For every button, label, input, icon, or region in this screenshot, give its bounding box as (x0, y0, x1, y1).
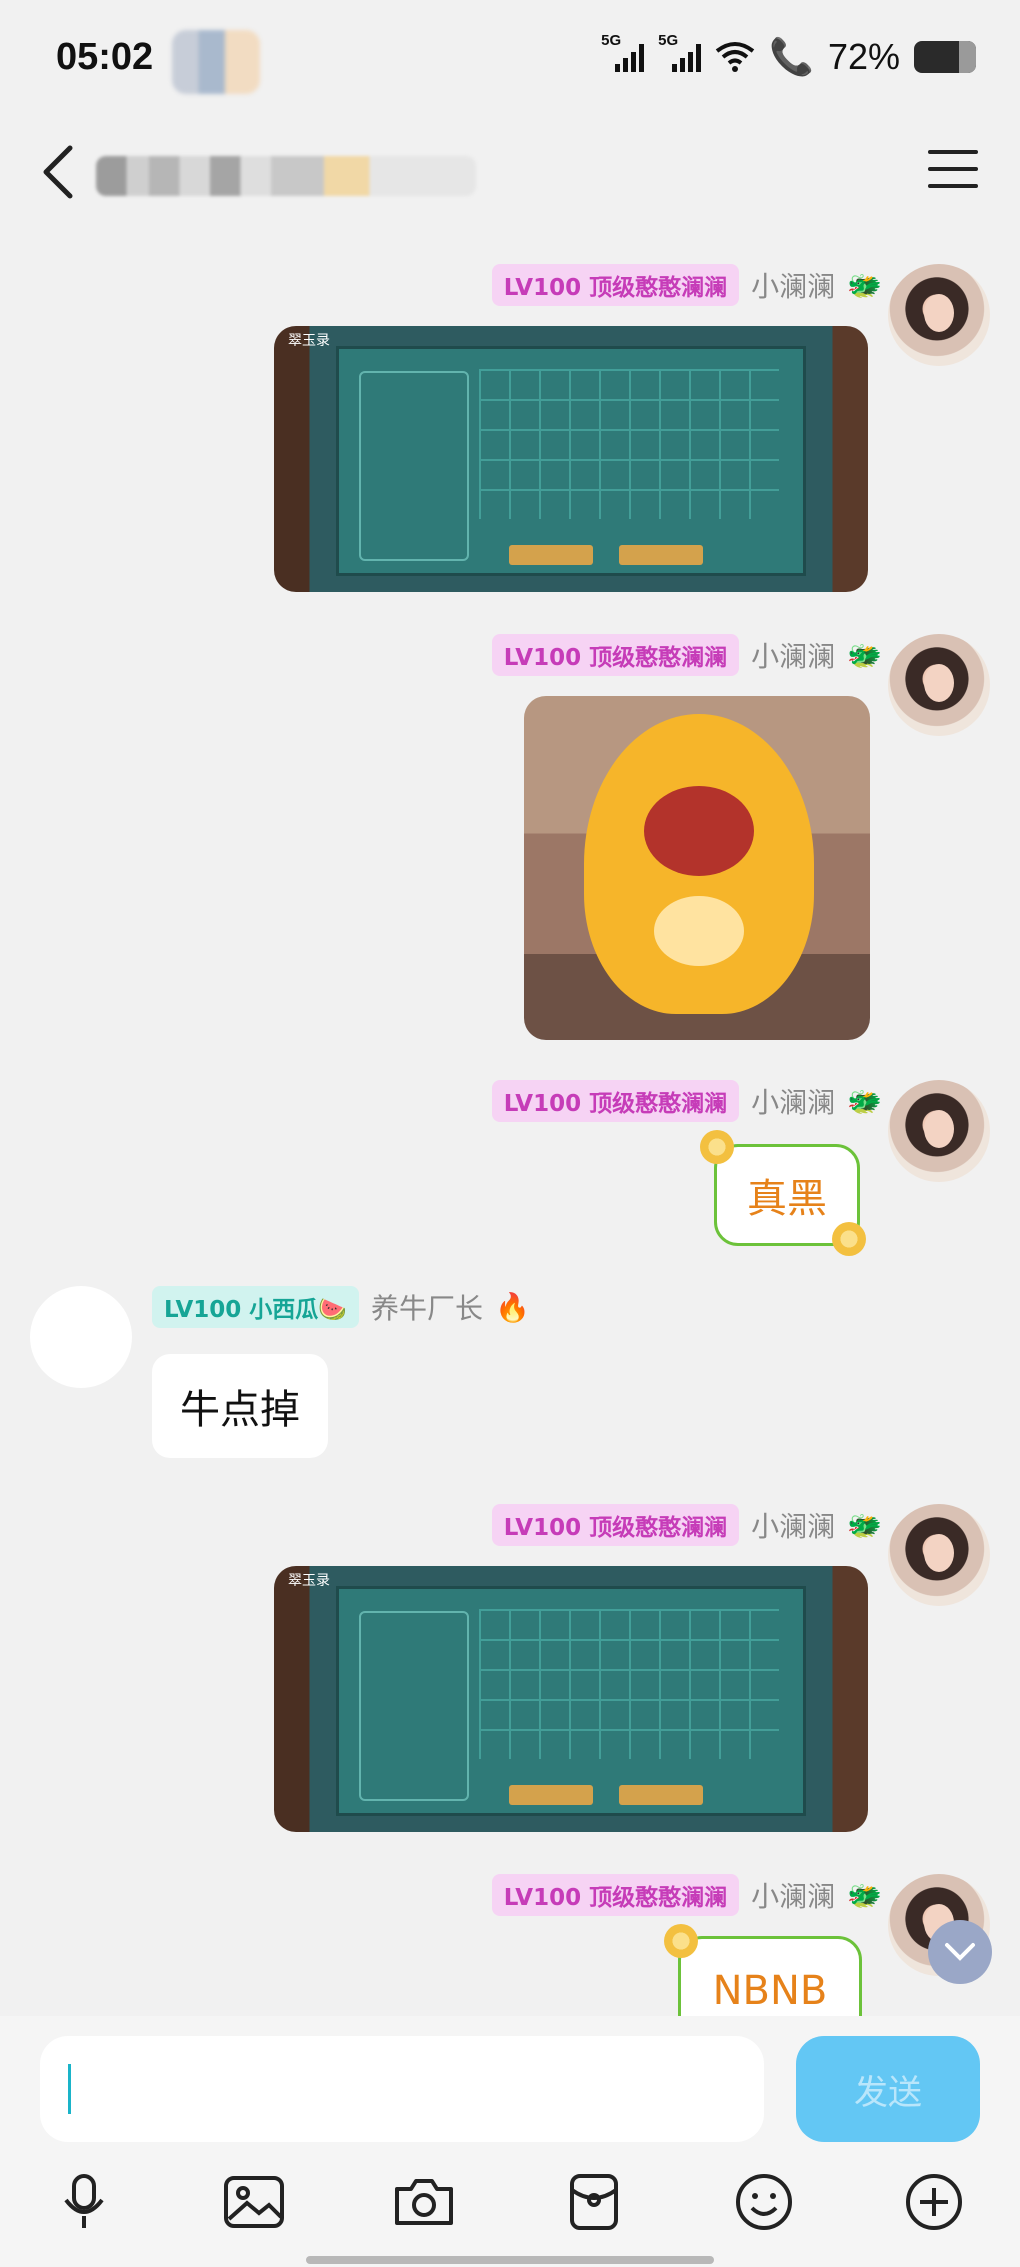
chevron-down-icon (945, 1943, 975, 1961)
send-button[interactable]: 发送 (796, 2036, 980, 2142)
nickname[interactable]: 小澜澜 (751, 1081, 835, 1121)
level-tag: LV100 顶级憨憨澜澜 (491, 1874, 740, 1916)
status-right: 5G 5G 📞 72% (601, 32, 976, 78)
nickname[interactable]: 养牛厂长 (371, 1287, 483, 1327)
dragon-badge-icon: 🐲 (847, 268, 882, 302)
menu-icon[interactable] (928, 150, 978, 190)
blurred-notification-icon (172, 30, 260, 94)
level-tag: LV100 小西瓜🍉 (152, 1286, 359, 1328)
message-header: LV100 顶级憨憨澜澜 小澜澜 🐲 (491, 634, 882, 676)
nickname[interactable]: 小澜澜 (751, 1505, 835, 1545)
flower-decoration (832, 1222, 866, 1256)
nickname[interactable]: 小澜澜 (751, 265, 835, 305)
game-title: 翠玉录 (288, 333, 330, 349)
avatar[interactable] (888, 634, 990, 736)
home-indicator[interactable] (306, 2256, 714, 2264)
nickname[interactable]: 小澜澜 (751, 635, 835, 675)
message-header: LV100 顶级憨憨澜澜 小澜澜 🐲 (491, 1080, 882, 1122)
scroll-to-bottom-button[interactable] (928, 1920, 992, 1984)
dragon-badge-icon: 🐲 (847, 1508, 882, 1542)
avatar[interactable] (888, 264, 990, 366)
flower-decoration (700, 1130, 734, 1164)
red-packet-icon[interactable] (562, 2170, 626, 2234)
battery-percent: 72% (827, 36, 900, 77)
call-icon: 📞 (769, 36, 814, 77)
image-icon[interactable] (222, 2170, 286, 2234)
chat-header (0, 120, 1020, 230)
game-title: 翠玉录 (288, 1573, 330, 1589)
level-tag: LV100 顶级憨憨澜澜 (491, 1504, 740, 1546)
level-tag: LV100 顶级憨憨澜澜 (491, 1080, 740, 1122)
message-header: LV100 小西瓜🍉 养牛厂长 🔥 (152, 1286, 530, 1328)
flower-decoration (664, 1924, 698, 1958)
plus-icon[interactable] (902, 2170, 966, 2234)
message-header: LV100 顶级憨憨澜澜 小澜澜 🐲 (491, 264, 882, 306)
status-time: 05:02 (56, 36, 154, 78)
dragon-badge-icon: 🐲 (847, 1878, 882, 1912)
game-screenshot-image[interactable]: 翠玉录 (274, 326, 868, 592)
microphone-icon[interactable] (52, 2170, 116, 2234)
message-header: LV100 顶级憨憨澜澜 小澜澜 🐲 (491, 1504, 882, 1546)
avatar[interactable] (30, 1286, 132, 1388)
avatar[interactable] (888, 1080, 990, 1182)
avatar[interactable] (888, 1504, 990, 1606)
dragon-badge-icon: 🐲 (847, 1084, 882, 1118)
message-text: 牛点掉 (180, 1387, 300, 1433)
level-tag: LV100 顶级憨憨澜澜 (491, 634, 740, 676)
cellular-signal-icon: 5G (658, 32, 702, 72)
message-text: 真黑 (747, 1176, 827, 1222)
back-arrow-icon[interactable] (34, 142, 84, 202)
message-text: NBNB (712, 1968, 828, 2014)
camera-icon[interactable] (392, 2170, 456, 2234)
dinosaur-sticker-image[interactable] (524, 696, 870, 1040)
message-input[interactable] (40, 2036, 764, 2142)
input-bar: 发送 (0, 2016, 1020, 2267)
wifi-icon (715, 42, 755, 72)
status-bar: 05:02 5G 5G 📞 72% (0, 0, 1020, 120)
emoji-icon[interactable] (732, 2170, 796, 2234)
fire-badge-icon: 🔥 (494, 1290, 530, 1324)
dragon-badge-icon: 🐲 (847, 638, 882, 672)
cellular-signal-icon: 5G (601, 32, 645, 72)
toolbar (0, 2170, 1020, 2250)
nickname[interactable]: 小澜澜 (751, 1875, 835, 1915)
level-tag: LV100 顶级憨憨澜澜 (491, 264, 740, 306)
message-header: LV100 顶级憨憨澜澜 小澜澜 🐲 (491, 1874, 882, 1916)
game-screenshot-image[interactable]: 翠玉录 (274, 1566, 868, 1832)
message-bubble[interactable]: 牛点掉 (152, 1354, 328, 1458)
battery-icon (914, 41, 976, 73)
chat-title-blurred (96, 156, 476, 196)
